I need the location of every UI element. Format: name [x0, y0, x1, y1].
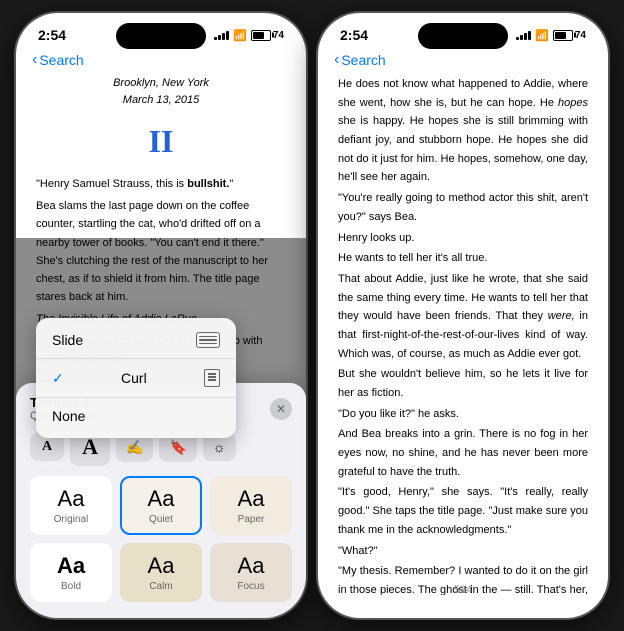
back-chevron-icon-right: ‹ [334, 51, 339, 69]
theme-original-label: Original [54, 514, 88, 525]
signal-icon-right [516, 30, 531, 40]
back-button-right[interactable]: ‹ Search [334, 51, 386, 69]
slide-menu-item-slide[interactable]: Slide [36, 322, 236, 359]
slide-menu-item-none[interactable]: None [36, 398, 236, 434]
status-icons-left: 📶 74 [214, 29, 284, 42]
curl-icon [204, 369, 220, 387]
close-button[interactable]: ✕ [270, 398, 292, 420]
back-chevron-icon: ‹ [32, 51, 37, 69]
nav-bar-right[interactable]: ‹ Search [318, 47, 608, 75]
slide-label: Slide [52, 332, 83, 348]
book-header: Brooklyn, New YorkMarch 13, 2015 [36, 75, 286, 108]
right-phone: 2:54 📶 74 ‹ Search He does not know what… [318, 13, 608, 618]
battery-icon-right: 74 [553, 30, 586, 41]
chapter-number: II [36, 116, 286, 167]
theme-paper-aa: Aa [238, 486, 265, 512]
left-phone: 2:54 📶 74 ‹ Search Brooklyn, New YorkMar… [16, 13, 306, 618]
theme-bold[interactable]: Aa Bold [30, 543, 112, 602]
theme-quiet[interactable]: Aa Quiet [120, 476, 202, 535]
theme-focus[interactable]: Aa Focus [210, 543, 292, 602]
time-right: 2:54 [340, 27, 368, 43]
page-number: 524 [318, 578, 608, 602]
theme-quiet-aa: Aa [148, 486, 175, 512]
themes-grid: Aa Original Aa Quiet Aa Paper Aa Bold Aa [30, 476, 292, 602]
theme-paper-label: Paper [238, 514, 265, 525]
battery-icon: 74 [251, 30, 284, 41]
slide-icon [196, 332, 220, 348]
theme-calm[interactable]: Aa Calm [120, 543, 202, 602]
theme-focus-label: Focus [237, 581, 264, 592]
back-label-right: Search [341, 52, 385, 68]
back-button-left[interactable]: ‹ Search [32, 51, 84, 69]
nav-bar-left[interactable]: ‹ Search [16, 47, 306, 75]
none-label: None [52, 408, 85, 424]
wifi-icon-right: 📶 [535, 29, 549, 42]
checkmark-icon: ✓ [52, 370, 64, 387]
theme-original-aa: Aa [58, 486, 85, 512]
theme-original[interactable]: Aa Original [30, 476, 112, 535]
theme-paper[interactable]: Aa Paper [210, 476, 292, 535]
theme-quiet-label: Quiet [149, 514, 173, 525]
curl-label: Curl [121, 370, 147, 386]
theme-bold-aa: Aa [57, 553, 85, 579]
slide-menu[interactable]: Slide ✓ Curl None [36, 318, 236, 438]
status-icons-right: 📶 74 [516, 29, 586, 42]
book-content-right: He does not know what happened to Addie,… [318, 75, 608, 595]
time-left: 2:54 [38, 27, 66, 43]
signal-icon [214, 30, 229, 40]
theme-bold-label: Bold [61, 581, 81, 592]
theme-calm-aa: Aa [148, 553, 175, 579]
slide-menu-item-curl[interactable]: ✓ Curl [36, 359, 236, 398]
dynamic-island [116, 23, 206, 49]
dynamic-island-right [418, 23, 508, 49]
theme-focus-aa: Aa [238, 553, 265, 579]
back-label-left: Search [39, 52, 83, 68]
wifi-icon: 📶 [233, 29, 247, 42]
theme-calm-label: Calm [149, 581, 172, 592]
